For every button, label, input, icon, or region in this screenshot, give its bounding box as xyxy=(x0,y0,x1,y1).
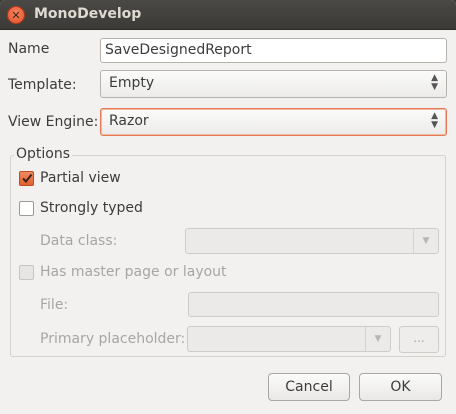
view-engine-select[interactable]: Razor ▲ ▼ xyxy=(100,108,447,136)
chevron-down-icon: ▼ xyxy=(365,327,390,351)
partial-view-label[interactable]: Partial view xyxy=(40,170,121,186)
ok-button[interactable]: OK xyxy=(359,373,442,401)
updown-arrows-icon: ▲ ▼ xyxy=(431,111,438,130)
data-class-select[interactable]: ▼ xyxy=(185,228,439,254)
view-engine-value: Razor xyxy=(109,113,149,129)
close-icon: ✕ xyxy=(11,8,21,22)
window-title: MonoDevelop xyxy=(34,6,142,22)
primary-placeholder-select[interactable]: ▼ xyxy=(187,326,391,352)
chevron-down-icon: ▼ xyxy=(413,229,438,253)
updown-arrows-icon: ▲ ▼ xyxy=(431,73,438,92)
data-class-label: Data class: xyxy=(40,233,118,249)
file-input[interactable] xyxy=(188,292,439,317)
master-page-label[interactable]: Has master page or layout xyxy=(40,264,227,280)
title-bar: ✕ MonoDevelop xyxy=(0,0,456,30)
template-value: Empty xyxy=(109,75,155,91)
name-input[interactable]: SaveDesignedReport xyxy=(100,38,447,63)
checkmark-icon xyxy=(22,173,33,184)
template-label: Template: xyxy=(8,77,77,93)
options-heading: Options xyxy=(14,146,73,162)
partial-view-checkbox[interactable] xyxy=(19,171,34,186)
view-engine-label: View Engine: xyxy=(8,114,99,130)
dialog-window: ✕ MonoDevelop Name SaveDesignedReport Te… xyxy=(0,0,456,414)
file-label: File: xyxy=(40,297,69,313)
master-page-checkbox[interactable] xyxy=(19,265,34,280)
template-select[interactable]: Empty ▲ ▼ xyxy=(100,70,447,98)
close-button[interactable]: ✕ xyxy=(7,6,25,24)
browse-button[interactable]: ... xyxy=(399,326,439,353)
strongly-typed-label[interactable]: Strongly typed xyxy=(40,200,143,216)
strongly-typed-checkbox[interactable] xyxy=(19,201,34,216)
name-label: Name xyxy=(8,41,50,57)
cancel-button[interactable]: Cancel xyxy=(268,373,350,401)
primary-placeholder-label: Primary placeholder: xyxy=(40,331,186,347)
